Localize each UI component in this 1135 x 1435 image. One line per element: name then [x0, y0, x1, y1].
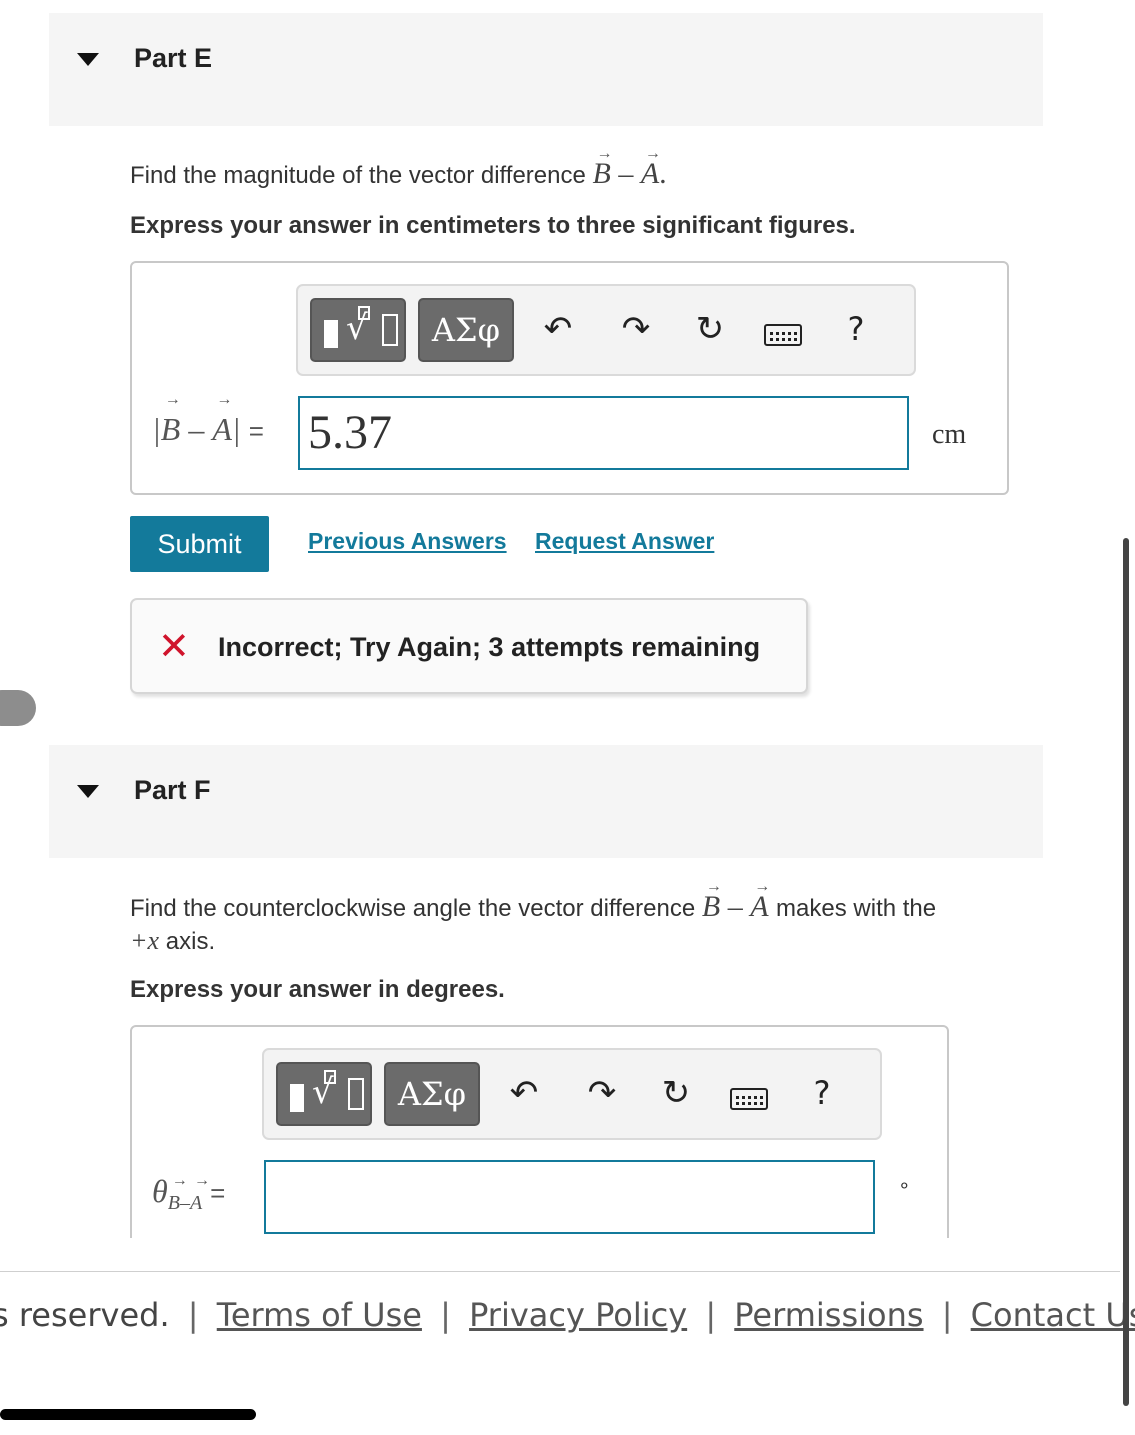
part-f-unit: ∘	[898, 1175, 911, 1197]
part-f-prompt: Find the counterclockwise angle the vect…	[130, 871, 1030, 958]
part-e-prompt: Find the magnitude of the vector differe…	[130, 138, 667, 192]
reset-icon[interactable]: ↻	[688, 304, 732, 354]
part-e-math-toolbar: √ ΑΣφ ↶ ↷ ↻ ?	[296, 284, 916, 376]
template-button[interactable]: √	[310, 298, 406, 362]
keyboard-icon[interactable]	[730, 1088, 768, 1110]
undo-icon[interactable]: ↶	[502, 1068, 546, 1118]
part-e-answer-label: |B – A| =	[152, 391, 264, 448]
part-e-answer-input[interactable]: 5.37	[298, 396, 909, 470]
part-f-answer-input[interactable]	[264, 1160, 875, 1234]
template-icon	[290, 1084, 304, 1112]
caret-down-icon[interactable]	[77, 53, 99, 66]
part-f-instruction: Express your answer in degrees.	[130, 976, 505, 1003]
part-e-header[interactable]: Part E	[49, 13, 1043, 126]
vector-b: B	[593, 138, 613, 190]
previous-answers-link[interactable]: Previous Answers	[308, 528, 507, 555]
part-e-instruction: Express your answer in centimeters to th…	[130, 212, 856, 239]
part-f-answer-label: θB–A =	[152, 1172, 225, 1215]
reset-icon[interactable]: ↻	[654, 1068, 698, 1118]
content-clip	[0, 1238, 1120, 1272]
help-icon[interactable]: ?	[834, 304, 878, 354]
undo-icon[interactable]: ↶	[536, 304, 580, 354]
part-f-math-toolbar: √ ΑΣφ ↶ ↷ ↻ ?	[262, 1048, 882, 1140]
part-e-unit: cm	[932, 419, 967, 450]
footer: s reserved. | Terms of Use | Privacy Pol…	[0, 1296, 1135, 1334]
caret-down-icon[interactable]	[77, 785, 99, 798]
vertical-scrollbar[interactable]	[1123, 538, 1129, 1406]
terms-of-use-link[interactable]: Terms of Use	[217, 1296, 422, 1334]
submit-button[interactable]: Submit	[130, 516, 269, 572]
part-f-title: Part F	[134, 775, 211, 805]
incorrect-x-icon: ✕	[158, 624, 190, 668]
permissions-link[interactable]: Permissions	[734, 1296, 923, 1334]
home-indicator[interactable]	[0, 1409, 256, 1420]
redo-icon[interactable]: ↷	[580, 1068, 624, 1118]
privacy-policy-link[interactable]: Privacy Policy	[469, 1296, 687, 1334]
contact-us-link[interactable]: Contact Us	[971, 1296, 1135, 1334]
greek-symbols-button[interactable]: ΑΣφ	[418, 298, 514, 362]
vector-a: A	[641, 138, 661, 190]
help-icon[interactable]: ?	[800, 1068, 844, 1118]
template-button[interactable]: √	[276, 1062, 372, 1126]
feedback-box: ✕ Incorrect; Try Again; 3 attempts remai…	[130, 598, 808, 694]
redo-icon[interactable]: ↷	[614, 304, 658, 354]
footer-divider	[0, 1271, 1120, 1272]
part-f-answer-box: √ ΑΣφ ↶ ↷ ↻ ? θB–A = ∘	[130, 1025, 949, 1265]
request-answer-link[interactable]: Request Answer	[535, 528, 714, 555]
feedback-message: Incorrect; Try Again; 3 attempts remaini…	[218, 632, 761, 662]
part-f-header[interactable]: Part F	[49, 745, 1043, 858]
template-icon	[324, 320, 338, 348]
part-e-answer-box: √ ΑΣφ ↶ ↷ ↻ ? |B – A| = 5.37 cm	[130, 261, 1009, 495]
keyboard-icon[interactable]	[764, 324, 802, 346]
side-handle[interactable]	[0, 690, 36, 726]
part-e-title: Part E	[134, 43, 213, 73]
greek-symbols-button[interactable]: ΑΣφ	[384, 1062, 480, 1126]
